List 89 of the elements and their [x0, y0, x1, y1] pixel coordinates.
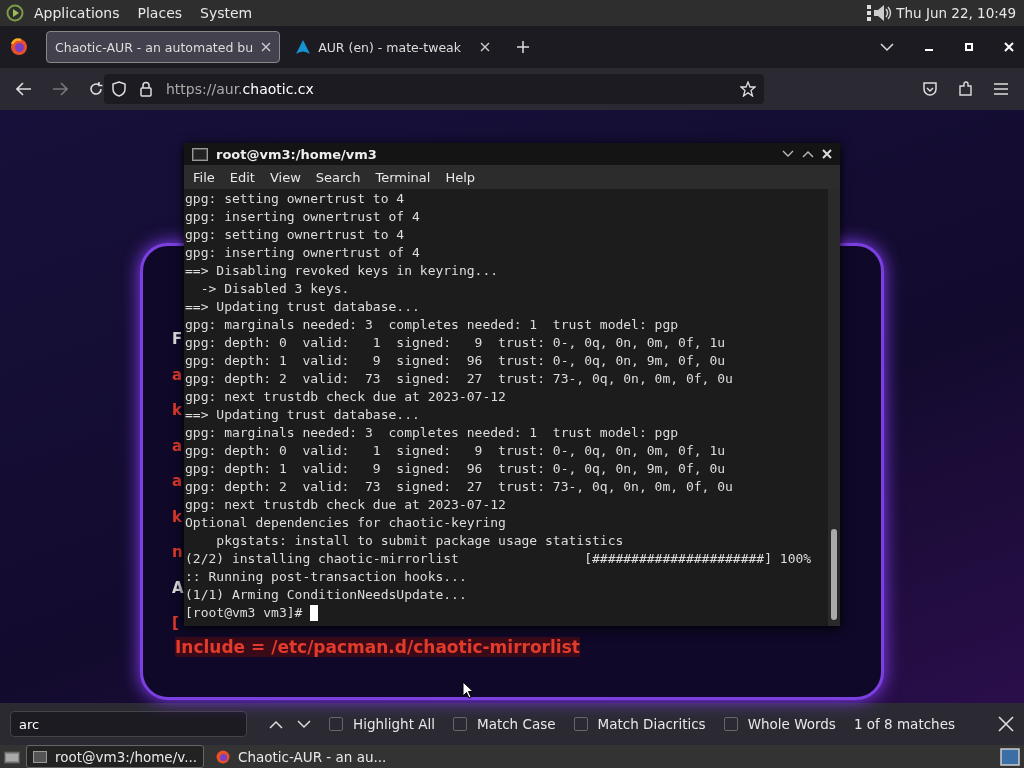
star-icon[interactable] — [740, 81, 756, 97]
browser-logo-icon — [216, 749, 231, 764]
terminal-line: gpg: depth: 0 valid: 1 signed: 9 trust: 0-, 0q, 0n, 0m, 0f, 1u — [185, 442, 727, 460]
panel-menu[interactable]: System — [200, 5, 253, 21]
terminal-line: gpg: next trustdb check due at 2023-07-12 — [185, 388, 507, 406]
terminal-line: pkgstats: install to submit package usage statistics — [215, 532, 625, 550]
previous-icon[interactable] — [269, 719, 283, 729]
close-icon[interactable] — [822, 149, 832, 159]
workspace-icon[interactable] — [1000, 747, 1020, 766]
terminal-line: gpg: depth: 1 valid: 9 signed: 96 trust: 0-, 0q, 0n, 9m, 0f, 0u — [185, 352, 727, 370]
terminal-line: ==> Updating trust database... — [185, 406, 421, 424]
panel-menu[interactable]: Applications — [34, 5, 120, 21]
terminal-line: gpg: inserting ownertrust of 4 — [185, 208, 421, 226]
browser-logo-icon[interactable] — [10, 38, 28, 56]
terminal-line: -> Disabled 3 keys. — [199, 280, 351, 298]
menu-item[interactable]: File — [193, 169, 215, 185]
page-text: A — [172, 577, 184, 599]
menu-item[interactable]: Search — [315, 169, 361, 185]
terminal-icon — [192, 147, 208, 161]
logo-icon[interactable] — [6, 4, 24, 22]
terminal-line: gpg: setting ownertrust to 4 — [185, 190, 406, 208]
forward-icon[interactable] — [52, 82, 68, 96]
taskbar-item[interactable]: Chaotic-AUR - an au... — [210, 746, 393, 767]
page-text: a — [172, 435, 183, 457]
terminal-line: gpg: inserting ownertrust of 4 — [185, 244, 421, 262]
checkbox[interactable] — [453, 717, 467, 731]
terminal-line: gpg: depth: 2 valid: 73 signed: 27 trust: 73-, 0q, 0n, 0m, 0f, 0u — [185, 370, 734, 388]
pocket-icon[interactable] — [922, 81, 938, 97]
terminal-line: Optional dependencies for chaotic-keyring — [185, 514, 507, 532]
page-text: a — [172, 364, 183, 386]
checkbox-label[interactable]: Highlight All — [353, 716, 435, 732]
page-text: [ — [172, 613, 179, 634]
clock[interactable]: Thu Jun 22, 10:49 — [896, 5, 1016, 21]
taskbar-item[interactable]: root@vm3:/home/v... — [26, 745, 205, 768]
menu-icon[interactable] — [994, 83, 1008, 95]
menu-item[interactable]: View — [269, 169, 301, 185]
terminal-line: gpg: next trustdb check due at 2023-07-12 — [185, 496, 507, 514]
terminal-line: gpg: depth: 1 valid: 9 signed: 96 trust: 0-, 0q, 0n, 9m, 0f, 0u — [185, 460, 727, 478]
checkbox-label[interactable]: Match Diacritics — [597, 716, 706, 732]
checkbox[interactable] — [723, 717, 738, 731]
page-text: F — [172, 329, 183, 350]
terminal-line: gpg: setting ownertrust to 4 — [185, 226, 406, 244]
new-tab-icon[interactable] — [516, 40, 531, 54]
terminal-line: gpg: marginals needed: 3 completes needed: 1 trust model: pgp — [185, 316, 680, 334]
mouse-pointer-icon — [462, 681, 474, 699]
terminal-line: gpg: depth: 2 valid: 73 signed: 27 trust: 73-, 0q, 0n, 0m, 0f, 0u — [185, 478, 734, 496]
close-icon[interactable] — [998, 716, 1014, 732]
page-text: n — [172, 542, 183, 563]
checkbox[interactable] — [573, 717, 588, 731]
desktop-icon[interactable] — [4, 749, 20, 764]
url-field[interactable]: https://aur.chaotic.cx — [104, 74, 764, 104]
lock-icon — [140, 81, 152, 97]
terminal-icon — [33, 750, 47, 763]
terminal-line: gpg: marginals needed: 3 completes needed: 1 trust model: pgp — [185, 424, 680, 442]
close-icon[interactable] — [480, 42, 491, 52]
terminal-line: (1/1) Arming ConditionNeedsUpdate... — [185, 586, 468, 604]
chevron-down-icon[interactable] — [880, 42, 894, 52]
terminal-line: ==> Disabling revoked keys in keyring... — [185, 262, 500, 280]
scrollbar-thumb[interactable] — [831, 529, 837, 620]
browser-tab[interactable]: Chaotic-AUR - an automated bu — [46, 31, 281, 63]
terminal-line: gpg: depth: 0 valid: 1 signed: 9 trust: 0-, 0q, 0n, 0m, 0f, 1u — [185, 334, 727, 352]
text-cursor — [310, 605, 319, 621]
speaker-icon[interactable] — [872, 3, 893, 23]
terminal-prompt: [root@vm3 vm3]# — [185, 604, 304, 622]
window-title: root@vm3:/home/vm3 — [216, 146, 377, 162]
menu-dots-icon[interactable] — [866, 4, 873, 22]
checkbox[interactable] — [329, 717, 343, 731]
menu-item[interactable]: Help — [445, 169, 476, 185]
next-icon[interactable] — [297, 719, 311, 729]
menu-item[interactable]: Edit — [229, 169, 255, 185]
reload-icon[interactable] — [88, 81, 104, 97]
checkbox-label[interactable]: Whole Words — [747, 716, 836, 732]
shield-icon — [112, 81, 126, 97]
page-text: k — [172, 400, 182, 421]
terminal-line: ==> Updating trust database... — [185, 298, 421, 316]
checkbox-label[interactable]: Match Case — [477, 716, 556, 732]
panel-menu[interactable]: Places — [137, 5, 183, 21]
terminal-line: :: Running post-transaction hooks... — [185, 568, 468, 586]
back-icon[interactable] — [16, 82, 32, 96]
arch-logo-icon — [296, 40, 311, 54]
match-count: 1 of 8 matches — [853, 716, 955, 732]
puzzle-icon[interactable] — [958, 81, 974, 97]
page-text: a — [172, 471, 183, 492]
browser-tab[interactable]: AUR (en) - mate-tweak — [288, 31, 499, 63]
close-icon[interactable] — [261, 42, 272, 52]
terminal-line: (2/2) installing chaotic-mirrorlist [######################] 100% — [185, 550, 813, 568]
find-field[interactable]: arc — [10, 711, 247, 737]
menu-item[interactable]: Terminal — [375, 169, 431, 185]
page-text: k — [172, 506, 182, 528]
